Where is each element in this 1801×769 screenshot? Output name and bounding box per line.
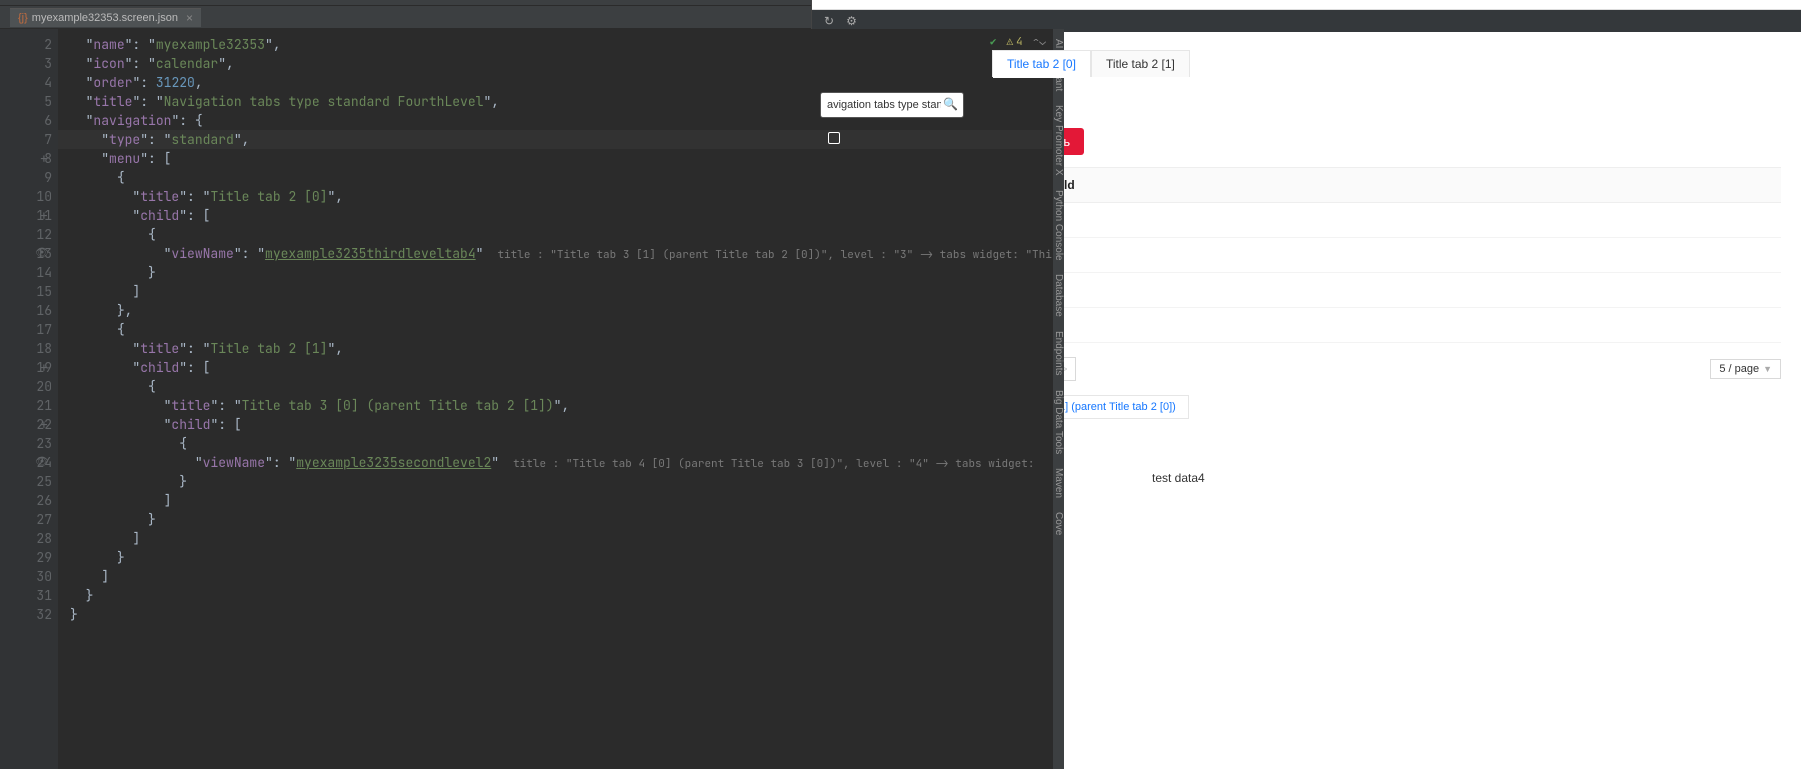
chevron-up-down-icon[interactable]: ⌃⌄	[1033, 35, 1046, 49]
table-cell: test data	[992, 308, 1781, 342]
info-value: test data4	[1152, 471, 1205, 485]
code-line[interactable]: }	[70, 472, 1052, 491]
code-line[interactable]: "title": "Title tab 2 [1]",	[70, 339, 1052, 358]
tabs-row: Title tab 2 [0]Title tab 2 [1]	[992, 50, 1781, 77]
tool-window-tab[interactable]: Maven	[1053, 464, 1064, 502]
code-line[interactable]: "child": [	[70, 358, 1052, 377]
gear-icon[interactable]: ⚙	[846, 14, 857, 28]
editor-tabs: {j} myexample32353.screen.json ×	[0, 6, 811, 29]
code-line[interactable]: "name": "myexample32353",	[70, 35, 1052, 54]
table-cell: test data2	[992, 273, 1781, 307]
code-line[interactable]: "menu": [	[70, 149, 1052, 168]
code-line[interactable]: {	[70, 434, 1052, 453]
code-line[interactable]: "icon": "calendar",	[70, 54, 1052, 73]
gutter-add-icon[interactable]: +	[40, 415, 48, 434]
column-header[interactable]: customField	[992, 168, 1781, 202]
table-row[interactable]: test data	[992, 308, 1781, 343]
warning-icon: ⚠	[1006, 35, 1013, 49]
code-line[interactable]: "child": [	[70, 415, 1052, 434]
calendar-icon	[828, 132, 840, 144]
gutter-view-icon[interactable]: 👁	[35, 453, 49, 472]
tool-window-tab[interactable]: Database	[1053, 270, 1064, 321]
browser-address-bar[interactable]	[812, 0, 1801, 10]
code-line[interactable]: }	[70, 510, 1052, 529]
line-gutter: 2345678+91011+1213👁141516171819+202122+2…	[0, 29, 58, 769]
code-line[interactable]: ]	[70, 491, 1052, 510]
code-line[interactable]: {	[70, 377, 1052, 396]
code-line[interactable]: "title": "Title tab 3 [0] (parent Title …	[70, 396, 1052, 415]
table-row[interactable]: test data4	[992, 203, 1781, 238]
table-row[interactable]: test data2	[992, 273, 1781, 308]
right-tool-strip: AI AssistantKey Promoter XPython Console…	[1052, 29, 1064, 769]
app-content: Title tab 2 [0]Title tab 2 [1] List + Со…	[972, 32, 1801, 769]
gutter-add-icon[interactable]: +	[40, 206, 48, 225]
close-icon[interactable]: ×	[186, 11, 193, 25]
sub-tabs: Title tab 3 [1] (parent Title tab 2 [0])	[992, 395, 1781, 419]
code-line[interactable]: {	[70, 168, 1052, 187]
info-heading: Info	[992, 437, 1781, 457]
tool-window-tab[interactable]: Cove	[1053, 508, 1064, 539]
code-line[interactable]: ]	[70, 567, 1052, 586]
gutter-view-icon[interactable]: 👁	[35, 244, 49, 263]
code-line[interactable]: {	[70, 225, 1052, 244]
table-cell: test data3	[992, 238, 1781, 272]
code-area[interactable]: "name": "myexample32353", "icon": "calen…	[58, 29, 1052, 769]
warning-count[interactable]: ⚠ 4	[1006, 35, 1022, 49]
no-errors-icon: ✔	[990, 35, 997, 49]
code-line[interactable]: }	[70, 548, 1052, 567]
inline-hint: title : "Title tab 3 [1] (parent Title t…	[497, 248, 1051, 262]
tab-filename: myexample32353.screen.json	[32, 12, 178, 24]
code-line[interactable]: "title": "Title tab 2 [0]",	[70, 187, 1052, 206]
code-line[interactable]: "order": 31220,	[70, 73, 1052, 92]
code-line[interactable]: ]	[70, 529, 1052, 548]
content-tab[interactable]: Title tab 2 [1]	[1091, 50, 1190, 77]
code-line[interactable]: }	[70, 605, 1052, 624]
page-size-select[interactable]: 5 / page ▼	[1710, 359, 1781, 379]
code-line[interactable]: },	[70, 301, 1052, 320]
code-line[interactable]: "viewName": "myexample3235thirdleveltab4…	[70, 244, 1052, 263]
sidebar-search: 🔍	[820, 92, 964, 118]
data-table: customField test data4test data3test dat…	[992, 167, 1781, 343]
ide-panel: {j} myexample32353.screen.json × ✔ ⚠ 4 ⌃…	[0, 0, 811, 769]
code-line[interactable]: ]	[70, 282, 1052, 301]
tool-window-tab[interactable]: Key Promoter X	[1053, 101, 1064, 180]
json-file-icon: {j}	[18, 12, 28, 24]
gutter-add-icon[interactable]: +	[40, 149, 48, 168]
refresh-icon[interactable]: ↻	[824, 14, 834, 28]
info-row: customField test data4	[992, 471, 1781, 485]
table-row[interactable]: test data3	[992, 238, 1781, 273]
content-tab[interactable]: Title tab 2 [0]	[992, 50, 1091, 77]
code-line[interactable]: "child": [	[70, 206, 1052, 225]
code-line[interactable]: "viewName": "myexample3235secondlevel2"t…	[70, 453, 1052, 472]
tool-window-tab[interactable]: Endpoints	[1053, 327, 1064, 379]
search-icon[interactable]: 🔍	[943, 97, 958, 111]
inline-hint: title : "Title tab 4 [0] (parent Title t…	[513, 457, 1041, 471]
code-line[interactable]: {	[70, 320, 1052, 339]
tool-window-tab[interactable]: Big Data Tools	[1053, 386, 1064, 458]
tool-window-tab[interactable]: Python Console	[1053, 186, 1064, 265]
list-heading: List	[992, 95, 1781, 116]
code-editor[interactable]: ✔ ⚠ 4 ⌃⌄ 2345678+91011+1213👁141516171819…	[0, 29, 1052, 769]
gutter-add-icon[interactable]: +	[40, 358, 48, 377]
pagination: < 1 > 5 / page ▼	[992, 357, 1781, 381]
chevron-down-icon: ▼	[1763, 364, 1772, 374]
code-line[interactable]: }	[70, 263, 1052, 282]
code-line[interactable]: }	[70, 586, 1052, 605]
table-cell: test data4	[992, 203, 1781, 237]
editor-tab[interactable]: {j} myexample32353.screen.json ×	[10, 8, 201, 27]
